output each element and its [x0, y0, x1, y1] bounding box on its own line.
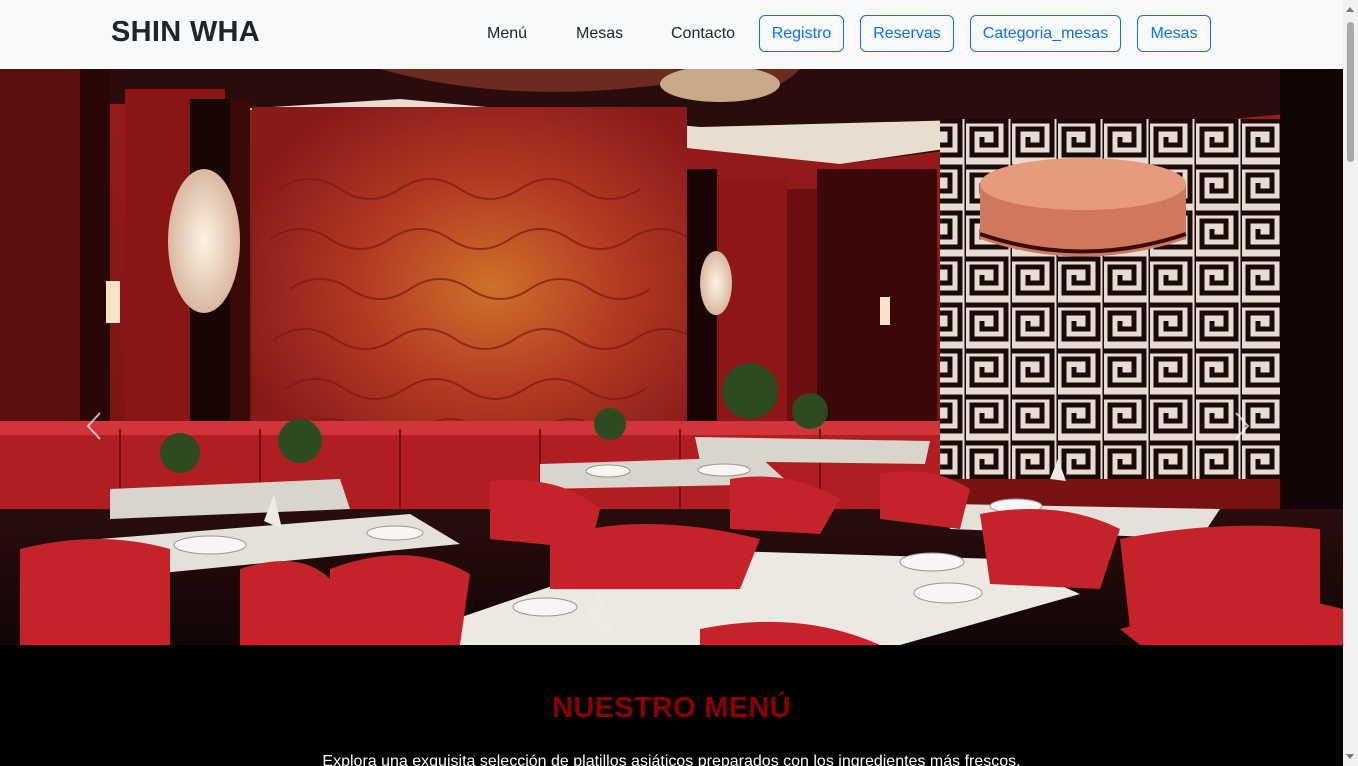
chevron-left-icon — [86, 412, 101, 440]
chevron-right-icon — [1235, 412, 1250, 440]
restaurant-interior-image — [0, 69, 1343, 645]
page: SHIN WHA Menú Mesas Contacto Registro Re… — [0, 0, 1343, 766]
carousel-prev-button[interactable] — [82, 409, 106, 443]
scroll-down-arrow-icon[interactable] — [1346, 754, 1354, 759]
reservas-button[interactable]: Reservas — [860, 15, 954, 52]
scroll-thumb[interactable] — [1347, 22, 1354, 162]
menu-section: NUESTRO MENÚ Explora una exquisita selec… — [0, 645, 1343, 766]
mesas-button[interactable]: Mesas — [1137, 15, 1211, 52]
categoria-mesas-button[interactable]: Categoria_mesas — [970, 15, 1121, 52]
menu-title: NUESTRO MENÚ — [552, 692, 791, 724]
brand-logo[interactable]: SHIN WHA — [111, 16, 260, 49]
nav-link-mesas[interactable]: Mesas — [576, 25, 623, 43]
nav-link-menu[interactable]: Menú — [487, 25, 527, 43]
scroll-up-arrow-icon[interactable] — [1346, 7, 1354, 12]
menu-description: Explora una exquisita selección de plati… — [322, 753, 1021, 766]
carousel-next-button[interactable] — [1230, 409, 1254, 443]
vertical-scrollbar[interactable] — [1343, 0, 1358, 766]
nav-link-contacto[interactable]: Contacto — [671, 25, 735, 43]
navbar: SHIN WHA Menú Mesas Contacto Registro Re… — [0, 0, 1343, 69]
registro-button[interactable]: Registro — [759, 15, 844, 52]
hero-carousel — [0, 69, 1343, 645]
